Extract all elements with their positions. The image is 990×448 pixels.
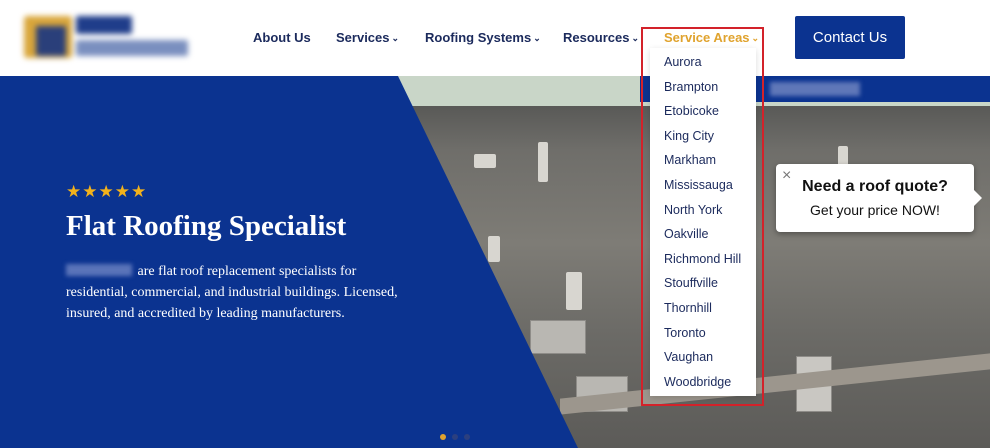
logo-mark-building <box>36 26 66 56</box>
nav-service-areas[interactable]: Service Areas ⌄ <box>664 30 759 48</box>
quote-title: Need a roof quote? <box>802 178 948 195</box>
dropdown-item-woodbridge[interactable]: Woodbridge <box>664 375 731 395</box>
chevron-down-icon: ⌄ <box>533 33 541 43</box>
dropdown-item-north-york[interactable]: North York <box>664 203 722 223</box>
site-header: About Us Services ⌄ Roofing Systems ⌄ Reso… <box>0 0 990 76</box>
dropdown-item-mississauga[interactable]: Mississauga <box>664 178 733 198</box>
nav-services-label: Services <box>336 30 390 45</box>
nav-about-us-label: About Us <box>253 30 311 45</box>
company-logo[interactable] <box>14 10 192 66</box>
nav-about-us[interactable]: About Us <box>253 30 311 48</box>
roof-vent <box>566 272 582 310</box>
roof-vent <box>474 154 496 168</box>
dropdown-item-aurora[interactable]: Aurora <box>664 55 702 75</box>
dropdown-item-toronto[interactable]: Toronto <box>664 326 706 346</box>
hero-description: are flat roof replacement specialists fo… <box>66 261 416 324</box>
slider-pagination <box>440 434 470 440</box>
dropdown-item-brampton[interactable]: Brampton <box>664 80 718 100</box>
nav-services[interactable]: Services ⌄ <box>336 30 399 48</box>
chevron-down-icon: ⌄ <box>391 33 400 43</box>
roof-vent <box>538 142 548 182</box>
chevron-down-icon: ⌄ <box>751 33 760 43</box>
quote-subtitle: Get your price NOW! <box>810 202 940 218</box>
hero-title: Flat Roofing Specialist <box>66 210 347 242</box>
dropdown-item-etobicoke[interactable]: Etobicoke <box>664 104 719 124</box>
rooftop-hvac-unit <box>530 320 586 354</box>
nav-service-areas-label: Service Areas <box>664 30 750 45</box>
roof-vent <box>488 236 500 262</box>
slider-dot[interactable] <box>464 434 470 440</box>
logo-wordmark-top <box>76 16 132 34</box>
rating-stars-icon: ★★★★★ <box>66 182 148 201</box>
blurred-phone-number <box>770 82 860 96</box>
dropdown-item-thornhill[interactable]: Thornhill <box>664 301 712 321</box>
nav-resources-label: Resources <box>563 30 630 45</box>
dropdown-item-richmond-hill[interactable]: Richmond Hill <box>664 252 741 272</box>
slider-dot[interactable] <box>452 434 458 440</box>
service-areas-dropdown: Aurora Brampton Etobicoke King City Mark… <box>650 48 756 396</box>
nav-roofing-systems[interactable]: Roofing Systems ⌄ <box>425 30 541 48</box>
logo-wordmark-bottom <box>76 40 188 56</box>
dropdown-item-vaughan[interactable]: Vaughan <box>664 350 713 370</box>
nav-resources[interactable]: Resources ⌄ <box>563 30 639 48</box>
contact-us-button[interactable]: Contact Us <box>795 16 905 59</box>
chevron-down-icon: ⌄ <box>631 33 640 43</box>
nav-roofing-systems-label: Roofing Systems <box>425 30 532 45</box>
hero-section: ★★★★★ Flat Roofing Specialist are flat r… <box>0 76 990 448</box>
dropdown-item-king-city[interactable]: King City <box>664 129 714 149</box>
dropdown-item-stouffville[interactable]: Stouffville <box>664 276 718 296</box>
blurred-company-name <box>66 264 132 276</box>
dropdown-item-markham[interactable]: Markham <box>664 153 716 173</box>
slider-dot-active[interactable] <box>440 434 446 440</box>
quote-chat-bubble[interactable]: × Need a roof quote? Get your price NOW! <box>776 164 982 232</box>
dropdown-item-oakville[interactable]: Oakville <box>664 227 708 247</box>
